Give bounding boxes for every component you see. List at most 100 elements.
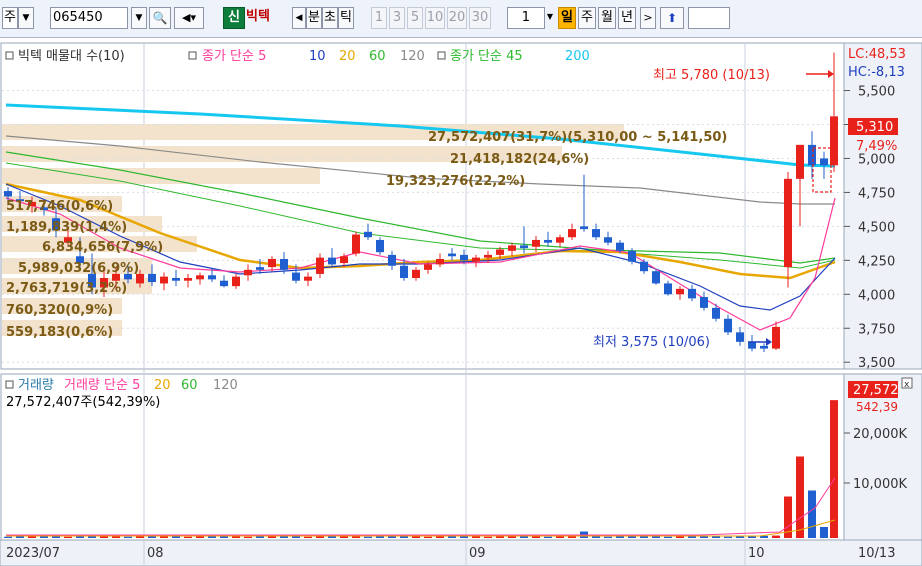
price-tick-label: 5,500 [858, 85, 895, 100]
interval-3-label: 3 [392, 10, 402, 25]
candle-body [748, 341, 756, 349]
volume-bar [316, 536, 324, 538]
credit-badge: 신 [223, 7, 245, 29]
price-tick-label: 4,750 [858, 186, 895, 201]
volume-bar [556, 536, 564, 538]
count-dropdown-icon[interactable]: ▼ [544, 7, 556, 29]
volume-legend-title: 거래량 단순 5 [64, 378, 140, 393]
volume-profile-label: 5,989,032(6,9%) [18, 261, 139, 276]
code-dropdown-icon[interactable]: ▼ [131, 7, 147, 29]
range-year-button[interactable]: 년 [618, 7, 636, 29]
candle-body [520, 245, 528, 249]
volume-profile-legend: 빅텍 매물대 수(10) [18, 49, 125, 64]
candle-body [796, 144, 804, 179]
period-prev-icon[interactable]: ◀ [292, 7, 306, 29]
speaker-icon[interactable]: ◀▾ [174, 7, 204, 29]
candle-body [304, 276, 312, 281]
stock-code-input[interactable]: 065450 [50, 7, 128, 29]
volume-bar [304, 536, 312, 538]
candle-body [4, 191, 12, 197]
interval-20-button[interactable]: 20 [447, 7, 467, 29]
volume-bar [4, 536, 12, 538]
x-tick-08: 08 [147, 546, 164, 561]
volume-bar [830, 400, 838, 538]
search-icon[interactable]: 🔍 [149, 7, 171, 29]
up-arrow-icon[interactable]: ⬆ [660, 7, 684, 29]
price-tick-label: 3,500 [858, 356, 895, 371]
ma-legend-60: 60 [369, 49, 386, 64]
volume-bar [808, 490, 816, 538]
low-annotation: 최저 3,575 (10/06) [593, 335, 710, 350]
volume-tick-20000k: 20,000K [853, 427, 907, 442]
volume-profile-label: 517,746(0,6%) [6, 199, 113, 214]
volume-profile-label: 6,834,656(7,9%) [42, 240, 163, 255]
volume-bar [424, 536, 432, 538]
volume-legend-60: 60 [181, 378, 198, 393]
stock-name-label: 빅텍 [246, 9, 270, 24]
volume-profile-label: 1,189,839(1,4%) [6, 220, 127, 235]
range-week-button[interactable]: 주 [578, 7, 596, 29]
candle-body [412, 269, 420, 278]
volume-bar [136, 536, 144, 538]
candle-body [580, 226, 588, 230]
ma-legend-title: 종가 단순 5 [202, 49, 266, 64]
interval-1-button[interactable]: 1 [371, 7, 387, 29]
candle-body [532, 239, 540, 247]
volume-bar [604, 536, 612, 538]
volume-bar [256, 536, 264, 538]
candle-body [508, 245, 516, 251]
range-day-button[interactable]: 일 [558, 7, 576, 29]
x-tick-09: 09 [469, 546, 486, 561]
range-year-label: 년 [621, 10, 633, 25]
period-second-button[interactable]: 초 [322, 7, 338, 29]
volume-badge-pct: 542,39 [856, 400, 898, 414]
interval-5-button[interactable]: 5 [407, 7, 423, 29]
next-icon[interactable]: > [640, 7, 656, 29]
legend-square-icon [5, 380, 14, 389]
volume-bar [196, 536, 204, 538]
toolbar: 주 ▼ 065450 ▼ 🔍 ◀▾ 신 빅텍 ◀ 분 초 틱 1 3 5 10 … [0, 0, 922, 38]
range-month-button[interactable]: 월 [598, 7, 616, 29]
price-tick-label: 4,000 [858, 288, 895, 303]
candle-body [460, 254, 468, 261]
interval-10-button[interactable]: 10 [425, 7, 445, 29]
volume-profile-label: 559,183(0,6%) [6, 325, 113, 340]
candle-body [424, 264, 432, 270]
interval-1-label: 1 [374, 10, 384, 25]
volume-legend-120: 120 [213, 378, 238, 393]
market-label: 주 [4, 10, 16, 25]
volume-bar [364, 536, 372, 538]
interval-30-button[interactable]: 30 [469, 7, 491, 29]
candle-body [712, 307, 720, 319]
candle-body [664, 283, 672, 295]
volume-bar [772, 535, 780, 538]
x-tick-2023-07: 2023/07 [6, 546, 60, 561]
candle-body [148, 273, 156, 283]
close-icon-glyph: x [904, 380, 910, 390]
candle-body [268, 258, 276, 268]
candle-body [364, 231, 372, 238]
market-select[interactable]: 주 [2, 7, 18, 29]
ma-legend-20: 20 [339, 49, 356, 64]
candle-body [496, 249, 504, 255]
candle-body [784, 178, 792, 268]
period-tick-button[interactable]: 틱 [338, 7, 354, 29]
candle-body [316, 257, 324, 274]
legend-square-icon [5, 51, 14, 60]
period-second-label: 초 [324, 10, 336, 25]
candle-body [436, 258, 444, 265]
period-minute-button[interactable]: 분 [306, 7, 322, 29]
ma2-legend-200: 200 [565, 49, 590, 64]
volume-bar [496, 536, 504, 538]
x-tick-last-date: 10/13 [858, 546, 895, 561]
period-tick-label: 틱 [340, 10, 352, 25]
interval-3-button[interactable]: 3 [389, 7, 405, 29]
blank-input[interactable] [688, 7, 730, 29]
candle-body [820, 158, 828, 166]
volume-bar [616, 536, 624, 538]
price-tick-label: 4,500 [858, 220, 895, 235]
legend-square-icon [188, 51, 197, 60]
count-input[interactable]: 1 [507, 7, 545, 29]
candle-body [760, 345, 768, 349]
market-dropdown-icon[interactable]: ▼ [18, 7, 34, 29]
